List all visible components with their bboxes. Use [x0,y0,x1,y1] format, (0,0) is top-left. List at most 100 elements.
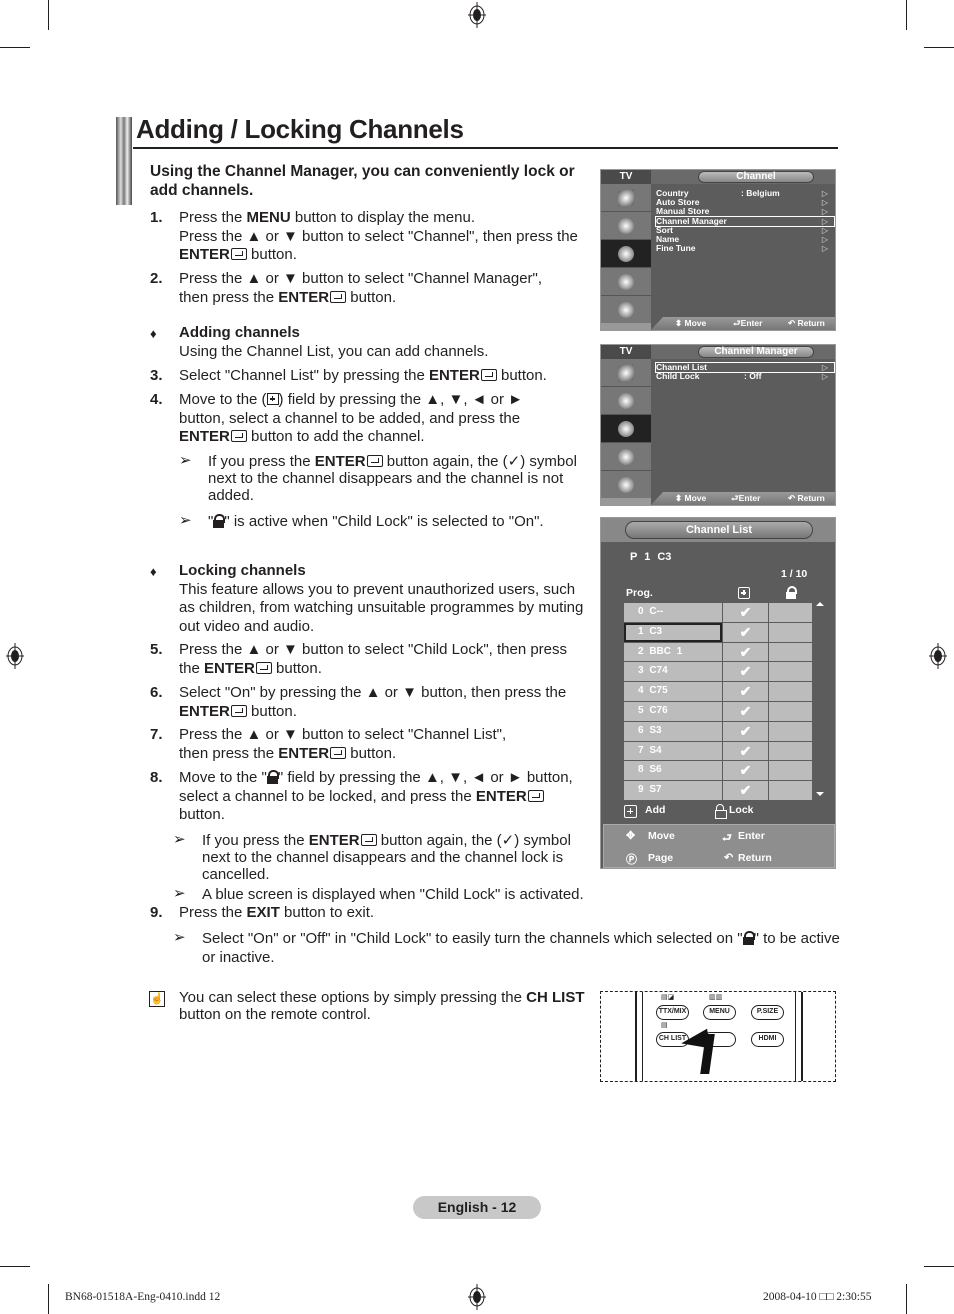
remote-hand-icon: ☝ [149,991,165,1007]
move-icon: ✥ [626,830,636,842]
channel-row[interactable]: 6 S3 ✔ [624,721,814,742]
input-menu-icon[interactable] [601,296,651,324]
channel-prog-cell[interactable]: 5 C76 [624,701,722,721]
lock-icon [213,514,226,528]
added-check-icon[interactable]: ✔ [723,622,768,642]
channel-prog-cell[interactable]: 2 BBC 1 [624,642,722,662]
tv-menu-title: Channel Manager [698,346,814,358]
enter-icon [480,369,497,381]
channel-list-footer: ✥ Move ⮐ Enter Ⓟ Page ↶ Return [603,824,835,868]
menu-item-child-lock[interactable]: Child Lock: Off ▷ [656,372,834,382]
note-2: " " is active when "Child Lock" is select… [208,513,593,532]
lock-cell[interactable] [769,682,812,701]
channel-prog-cell[interactable]: 3 C74 [624,662,722,682]
menu-item-sort[interactable]: Sort ▷ [656,225,834,235]
channel-row[interactable]: 8 S6 ✔ [624,761,814,781]
bullet-icon: ♦ [150,326,157,341]
menu-item-fine-tune[interactable]: Fine Tune ▷ [656,244,834,254]
menu-item-value: : Belgium [741,188,780,198]
chevron-right-icon: ▷ [821,198,828,208]
step-text: button. [271,659,322,677]
page-indicator: 1 / 10 [781,568,808,580]
print-file-info: BN68-01518A-Eng-0410.indd 12 [65,1291,221,1303]
setup-menu-icon[interactable] [601,443,651,471]
channel-prog-cell[interactable]: 9 S7 [624,781,722,800]
ch-list-key: CH LIST [526,989,585,1006]
added-check-icon[interactable]: ✔ [723,603,768,622]
lock-cell[interactable] [769,662,812,682]
setup-menu-icon[interactable] [601,268,651,296]
lock-cell[interactable] [769,642,812,662]
lock-cell[interactable] [769,701,812,721]
scroll-down-icon[interactable] [816,792,824,796]
channel-menu-icon[interactable] [601,240,651,268]
channel-prog-cell[interactable]: 1 C3 [624,622,722,642]
picture-menu-icon[interactable] [601,359,651,387]
lock-cell[interactable] [769,781,812,800]
added-check-icon[interactable]: ✔ [723,662,768,682]
input-menu-icon[interactable] [601,471,651,499]
chevron-right-icon: ▷ [821,372,828,382]
channel-prog-cell[interactable]: 6 S3 [624,721,722,741]
step-text: button. [246,246,297,263]
enter-hint: ⮐ Enter [731,493,761,503]
lock-legend-label: Lock [729,804,754,816]
note-text: cancelled. [202,866,270,883]
exit-key: EXIT [246,904,280,921]
step-6: Select "On" by pressing the ▲ or ▼ butto… [179,684,589,721]
scroll-up-icon[interactable] [816,602,824,606]
picture-menu-icon[interactable] [601,184,651,212]
step-2: Press the ▲ or ▼ button to select "Chann… [179,270,589,307]
menu-button[interactable]: MENU [703,1005,736,1020]
step-text: Press the [179,209,247,226]
p-size-button[interactable]: P.SIZE [751,1005,784,1020]
step-number: 2. [150,270,163,287]
step-1: Press the MENU button to display the men… [179,209,589,265]
lock-icon [266,770,279,784]
hdmi-button[interactable]: HDMI [751,1032,784,1047]
step-5: Press the ▲ or ▼ button to select "Child… [179,641,589,678]
step-number: 8. [150,769,163,786]
added-check-icon[interactable]: ✔ [723,682,768,701]
channel-prog-cell[interactable]: 8 S6 [624,761,722,781]
tv-footer-strip [601,498,651,505]
lock-cell[interactable] [769,761,812,781]
channel-row[interactable]: 4 C75 ✔ [624,682,814,702]
channel-row[interactable]: 2 BBC 1 ✔ [624,642,814,663]
enter-hint: Enter [738,830,765,842]
enter-key: ENTER [428,367,480,384]
channel-row[interactable]: 9 S7 ✔ [624,781,814,801]
channel-prog-cell[interactable]: 0 C-- [624,603,722,622]
ttx-mix-button[interactable]: TTX/MIX [656,1005,689,1020]
menu-item-channel-manager[interactable]: Channel Manager ▷ [655,215,835,227]
channel-row[interactable]: 1 C3 ✔ [624,622,814,643]
intro-text: Using the Channel Manager, you can conve… [150,163,575,199]
channel-row[interactable]: 3 C74 ✔ [624,662,814,682]
step-4: Move to the () field by pressing the ▲, … [179,391,589,447]
lock-cell[interactable] [769,622,812,642]
channel-row[interactable]: 7 S4 ✔ [624,741,814,762]
added-check-icon[interactable]: ✔ [723,761,768,781]
enter-icon [366,455,383,467]
tv-footer: ⬍ Move ⮐ Enter ↶ Return [651,492,835,505]
channel-prog-cell[interactable]: 7 S4 [624,741,722,761]
lock-cell[interactable] [769,721,812,741]
note-5: Select "On" or "Off" in "Child Lock" to … [202,930,842,967]
crop-mark [924,47,954,48]
channel-row[interactable]: 0 C-- ✔ [624,603,814,623]
lock-cell[interactable] [769,603,812,622]
sound-menu-icon[interactable] [601,387,651,415]
enter-icon [230,248,247,260]
channel-row[interactable]: 5 C76 ✔ [624,701,814,722]
added-check-icon[interactable]: ✔ [723,701,768,721]
crop-mark [0,1266,30,1267]
lock-cell[interactable] [769,741,812,761]
added-check-icon[interactable]: ✔ [723,781,768,800]
channel-menu-icon[interactable] [601,415,651,443]
added-check-icon[interactable]: ✔ [723,642,768,662]
page-hint: Page [648,852,674,864]
sound-menu-icon[interactable] [601,212,651,240]
channel-prog-cell[interactable]: 4 C75 [624,682,722,701]
added-check-icon[interactable]: ✔ [723,721,768,741]
added-check-icon[interactable]: ✔ [723,741,768,761]
